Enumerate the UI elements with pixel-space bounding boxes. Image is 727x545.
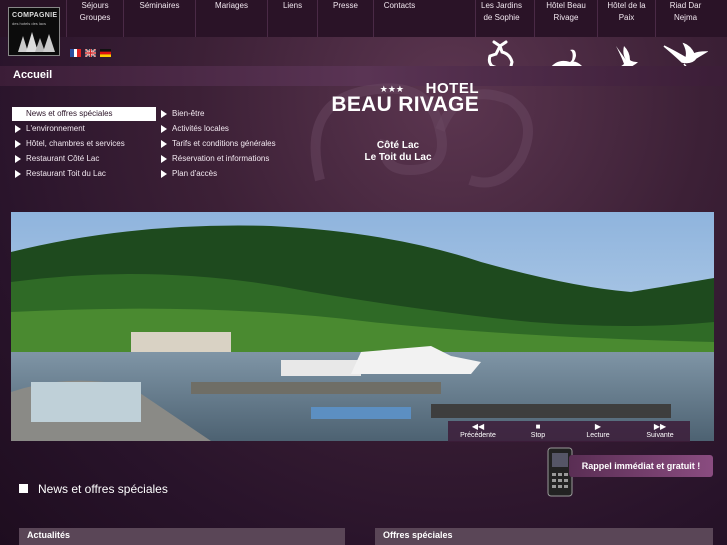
logo-text: COMPAGNIE [12, 12, 58, 19]
next-button[interactable]: ▶▶ Suivante [630, 421, 690, 442]
stop-label: Stop [530, 432, 546, 439]
trees-icon [18, 32, 55, 52]
nav-mariages[interactable]: Mariages [195, 0, 267, 37]
callback-button[interactable]: Rappel immédiat et gratuit ! [569, 455, 713, 477]
restaurant-toit-lac-link[interactable]: Le Toit du Lac [348, 152, 448, 163]
previous-button[interactable]: ◀◀ Précédente [448, 421, 508, 442]
arrow-right-icon [15, 125, 21, 133]
section-actualites: Actualités [19, 528, 345, 545]
nav-label: Hôtel de la [607, 1, 646, 10]
arrow-right-icon [161, 110, 167, 118]
breadcrumb-home[interactable]: Accueil [13, 69, 52, 81]
menu-plan-acces[interactable]: Plan d'accès [158, 167, 298, 181]
news-heading: News et offres spéciales [38, 482, 168, 496]
next-label: Suivante [646, 432, 674, 439]
section-title: Actualités [27, 530, 71, 540]
nav-riad-dar-nejma[interactable]: Riad Dar Nejma [655, 0, 715, 37]
square-bullet-icon [19, 484, 28, 493]
play-label: Lecture [586, 432, 610, 439]
menu-tarifs[interactable]: Tarifs et conditions générales [158, 137, 298, 151]
logo-subtext: des hotels des lacs [12, 21, 47, 26]
nav-presse[interactable]: Presse [317, 0, 373, 37]
nav-label: Contacts [383, 1, 416, 10]
menu-news-offres[interactable]: News et offres spéciales [12, 107, 156, 121]
menu-activites[interactable]: Activités locales [158, 122, 298, 136]
slideshow-controls: ◀◀ Précédente ■ Stop ▶ Lecture ▶▶ Suivan… [448, 421, 690, 442]
menu-bien-etre[interactable]: Bien-être [158, 107, 298, 121]
menu-hotel-chambres[interactable]: Hôtel, chambres et services [12, 137, 156, 151]
hotel-name: BEAU RIVAGE [331, 93, 479, 116]
arrow-right-icon [161, 125, 167, 133]
flag-uk-icon[interactable] [85, 49, 96, 57]
restaurant-cote-lac-link[interactable]: Côté Lac [348, 140, 448, 151]
arrow-right-icon [161, 155, 167, 163]
menu-label: Restaurant Toit du Lac [26, 169, 106, 178]
nav-label: Paix [618, 13, 635, 22]
menu-label: Bien-être [172, 109, 205, 118]
menu-environnement[interactable]: L'environnement [12, 122, 156, 136]
nav-seminaires[interactable]: Séminaires [123, 0, 195, 37]
stop-button[interactable]: ■ Stop [508, 421, 568, 442]
menu-label: Activités locales [172, 124, 229, 133]
menu-reservation[interactable]: Réservation et informations [158, 152, 298, 166]
nav-hotel-de-la-paix[interactable]: Hôtel de la Paix [597, 0, 655, 37]
rewind-icon: ◀◀ [471, 422, 485, 431]
menu-label: News et offres spéciales [26, 109, 113, 118]
play-button[interactable]: ▶ Lecture [568, 421, 628, 442]
decorative-swirl [310, 83, 533, 188]
nav-liens[interactable]: Liens [267, 0, 317, 37]
menu-label: L'environnement [26, 124, 85, 133]
nav-label: Groupes [79, 13, 111, 22]
section-offres: Offres spéciales [375, 528, 713, 545]
nav-label: Hôtel Beau [546, 1, 586, 10]
nav-label: Nejma [673, 13, 698, 22]
hero-photo [11, 212, 714, 441]
nav-label: Riad Dar [669, 1, 702, 10]
menu-label: Réservation et informations [172, 154, 270, 163]
flag-fr-icon[interactable] [70, 49, 81, 57]
flag-de-icon[interactable] [100, 49, 111, 57]
stop-icon: ■ [535, 422, 541, 431]
fast-forward-icon: ▶▶ [653, 422, 667, 431]
nav-label: Mariages [215, 1, 248, 10]
lake-landscape-image [11, 212, 714, 441]
nav-label: Séminaires [139, 1, 180, 10]
play-icon: ▶ [594, 422, 602, 431]
nav-sejours-groupes[interactable]: Séjours Groupes [66, 0, 123, 37]
nav-label: Presse [333, 1, 358, 10]
menu-restaurant-toit-lac[interactable]: Restaurant Toit du Lac [12, 167, 156, 181]
menu-label: Tarifs et conditions générales [172, 139, 276, 148]
nav-contacts[interactable]: Contacts [373, 0, 425, 37]
menu-label: Restaurant Côté Lac [26, 154, 100, 163]
nav-label: de Sophie [483, 13, 520, 22]
nav-hotel-beau-rivage[interactable]: Hôtel Beau Rivage [534, 0, 597, 37]
arrow-right-icon [15, 155, 21, 163]
previous-label: Précédente [460, 432, 496, 439]
nav-label: Les Jardins [481, 1, 522, 10]
arrow-right-icon [15, 110, 21, 118]
arrow-right-icon [15, 140, 21, 148]
menu-label: Hôtel, chambres et services [26, 139, 125, 148]
company-logo[interactable]: COMPAGNIE des hotels des lacs [8, 7, 60, 56]
nav-jardins-sophie[interactable]: Les Jardins de Sophie [475, 0, 527, 37]
arrow-right-icon [15, 170, 21, 178]
arrow-right-icon [161, 140, 167, 148]
section-title: Offres spéciales [383, 530, 453, 540]
nav-label: Liens [282, 1, 303, 10]
menu-label: Plan d'accès [172, 169, 218, 178]
menu-restaurant-cote-lac[interactable]: Restaurant Côté Lac [12, 152, 156, 166]
page: COMPAGNIE des hotels des lacs Séjours Gr… [0, 0, 727, 545]
nav-label: Séjours [81, 1, 109, 10]
nav-label: Rivage [553, 13, 579, 22]
arrow-right-icon [161, 170, 167, 178]
